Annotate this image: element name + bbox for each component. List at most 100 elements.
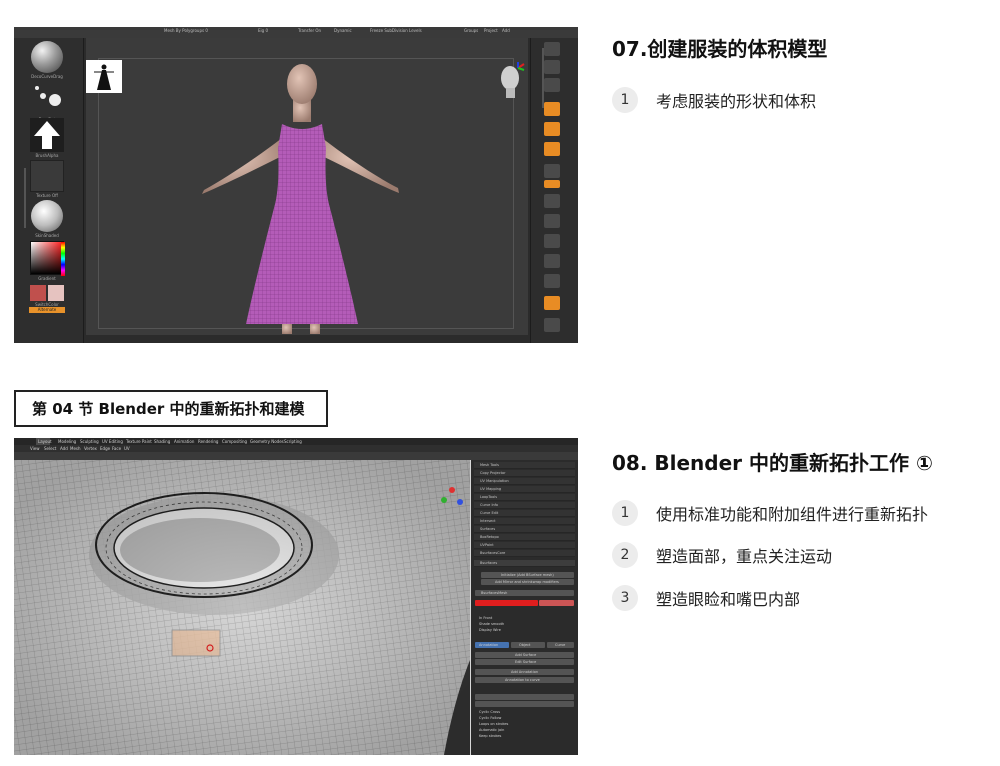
annotation-tab[interactable]: Annotation	[479, 643, 498, 647]
workspace-tab[interactable]: Texture Paint	[126, 439, 152, 444]
panel-row-label[interactable]: Intersect	[480, 519, 496, 523]
main-color-swatch[interactable]	[30, 285, 46, 301]
shelf-button[interactable]	[544, 194, 560, 208]
header-menu-item[interactable]: Edge	[100, 446, 110, 451]
workspace-tab[interactable]: Sculpting	[80, 439, 99, 444]
material-button[interactable]: SkinShaded	[29, 200, 65, 238]
shelf-button[interactable]	[544, 274, 560, 288]
dress-figure	[202, 64, 399, 334]
section-08-item: 2 塑造面部，重点关注运动	[612, 542, 832, 568]
add-surface-button[interactable]: Add Surface	[515, 653, 536, 657]
panel-row-label[interactable]: Curve Info	[480, 503, 498, 507]
annotation-to-curve-button[interactable]: Annotation to curve	[505, 678, 540, 682]
zbrush-viewport[interactable]	[86, 38, 528, 335]
shelf-button[interactable]	[544, 164, 560, 178]
panel-row-label[interactable]: Surfaces	[480, 527, 495, 531]
color-swatches[interactable]: SwitchColor Alternate	[29, 285, 65, 313]
panel-row-label[interactable]: UVPaint	[480, 543, 494, 547]
workspace-tab[interactable]: Scripting	[284, 439, 302, 444]
zbrush-menu-item: Dynamic	[334, 28, 352, 33]
checkbox-label[interactable]: In Front	[479, 616, 492, 620]
checkbox-label[interactable]: Automatic join	[479, 728, 504, 732]
panel-row-label[interactable]: Bsurfaces	[480, 561, 497, 565]
panel-field[interactable]	[475, 694, 574, 700]
texture-button[interactable]: Texture Off	[29, 160, 65, 198]
workspace-tab[interactable]: Rendering	[198, 439, 218, 444]
alternate-button[interactable]: Alternate	[29, 307, 65, 313]
panel-row-label[interactable]: BoxRetopo	[480, 535, 499, 539]
panel-row-label[interactable]: Mesh Tools	[480, 463, 499, 467]
color-picker-square[interactable]	[30, 241, 65, 276]
stroke-button[interactable]: DragDot	[29, 82, 65, 122]
checkbox-label[interactable]: Shade smooth	[479, 622, 504, 626]
header-menu-item[interactable]: Mesh	[70, 446, 81, 451]
panel-row-label[interactable]: LoopTools	[480, 495, 497, 499]
panel-row-label[interactable]: Curve Edit	[480, 511, 498, 515]
shelf-button[interactable]	[544, 234, 560, 248]
shelf-button[interactable]	[544, 60, 560, 74]
shelf-button-active[interactable]	[544, 122, 560, 136]
initialize-button[interactable]: Initialize (Add BSurface mesh)	[501, 573, 554, 577]
item-text: 考虑服装的形状和体积	[656, 92, 817, 111]
item-text: 使用标准功能和附加组件进行重新拓扑	[656, 505, 929, 524]
shelf-button[interactable]	[544, 318, 560, 332]
section-07-title: 07.创建服装的体积模型	[612, 37, 828, 61]
shelf-button-active[interactable]	[544, 142, 560, 156]
workspace-tab[interactable]: Modeling	[58, 439, 76, 444]
workspace-tab[interactable]: Compositing	[222, 439, 247, 444]
texture-slot-icon	[30, 160, 64, 192]
workspace-tab[interactable]: Animation	[174, 439, 194, 444]
workspace-tab[interactable]: Shading	[154, 439, 170, 444]
color-picker[interactable]: Gradient	[29, 241, 65, 281]
secondary-color-swatch[interactable]	[48, 285, 64, 301]
header-menu-item[interactable]: Select	[44, 446, 56, 451]
texture-label: Texture Off	[36, 193, 58, 198]
header-menu-item[interactable]: UV	[124, 446, 130, 451]
blender-tool-header	[14, 452, 578, 460]
edit-surface-button[interactable]: Edit Surface	[515, 660, 536, 664]
curve-tab[interactable]: Curve	[555, 643, 565, 647]
shelf-button[interactable]	[544, 78, 560, 92]
color-field-red[interactable]	[475, 600, 538, 606]
zbrush-menu-item: Mesh By Polygroups 0	[164, 28, 208, 33]
shelf-button-active[interactable]	[544, 180, 560, 188]
item-text: 塑造面部，重点关注运动	[656, 547, 833, 566]
shelf-button[interactable]	[544, 214, 560, 228]
color-field-checker[interactable]	[539, 600, 574, 606]
panel-row-label[interactable]: BsurfacesCore	[480, 551, 505, 555]
item-number-badge: 1	[612, 87, 638, 113]
alpha-label: BrushAlpha	[35, 153, 59, 158]
checkbox-label[interactable]: Cyclic Cross	[479, 710, 500, 714]
shelf-button-active[interactable]	[544, 102, 560, 116]
add-mirror-button[interactable]: Add Mirror and shrinkwrap modifiers	[495, 580, 559, 584]
shelf-slider[interactable]	[24, 168, 26, 228]
header-menu-item[interactable]: View	[30, 446, 40, 451]
shelf-button[interactable]	[544, 254, 560, 268]
panel-row-label[interactable]: UV Manipulation	[480, 479, 509, 483]
shelf-button[interactable]	[544, 42, 560, 56]
header-menu-item[interactable]: Face	[112, 446, 121, 451]
brush-button[interactable]: DecoCurveDrag	[29, 41, 65, 79]
checkbox-label[interactable]: Keep strokes	[479, 734, 501, 738]
shelf-button-active[interactable]	[544, 296, 560, 310]
add-annotation-button[interactable]: Add Annotation	[511, 670, 538, 674]
workspace-tab[interactable]: Geometry Nodes	[250, 439, 284, 444]
header-menu-item[interactable]: Vertex	[84, 446, 97, 451]
bsurfaces-mesh-field[interactable]: BsurfacesMesh	[481, 591, 507, 595]
checkbox-label[interactable]: Cyclic Follow	[479, 716, 501, 720]
panel-row-label[interactable]: Copy Projector	[480, 471, 506, 475]
checkbox-label[interactable]: Display Wire	[479, 628, 501, 632]
workspace-tab[interactable]: Layout	[38, 439, 52, 444]
panel-field[interactable]	[475, 701, 574, 707]
item-text: 塑造眼睑和嘴巴内部	[656, 590, 801, 609]
hue-strip[interactable]	[61, 242, 65, 276]
object-tab[interactable]: Object	[519, 643, 530, 647]
checkbox-label[interactable]: Loops on strokes	[479, 722, 508, 726]
panel-row-label[interactable]: UV Mapping	[480, 487, 501, 491]
alpha-button[interactable]: BrushAlpha	[29, 118, 65, 158]
section-08-title: 08. Blender 中的重新拓扑工作 ①	[612, 451, 933, 475]
workspace-tab[interactable]: UV Editing	[102, 439, 123, 444]
orientation-head-icon[interactable]	[496, 60, 526, 100]
blender-viewport[interactable]	[14, 460, 470, 755]
header-menu-item[interactable]: Add	[60, 446, 68, 451]
